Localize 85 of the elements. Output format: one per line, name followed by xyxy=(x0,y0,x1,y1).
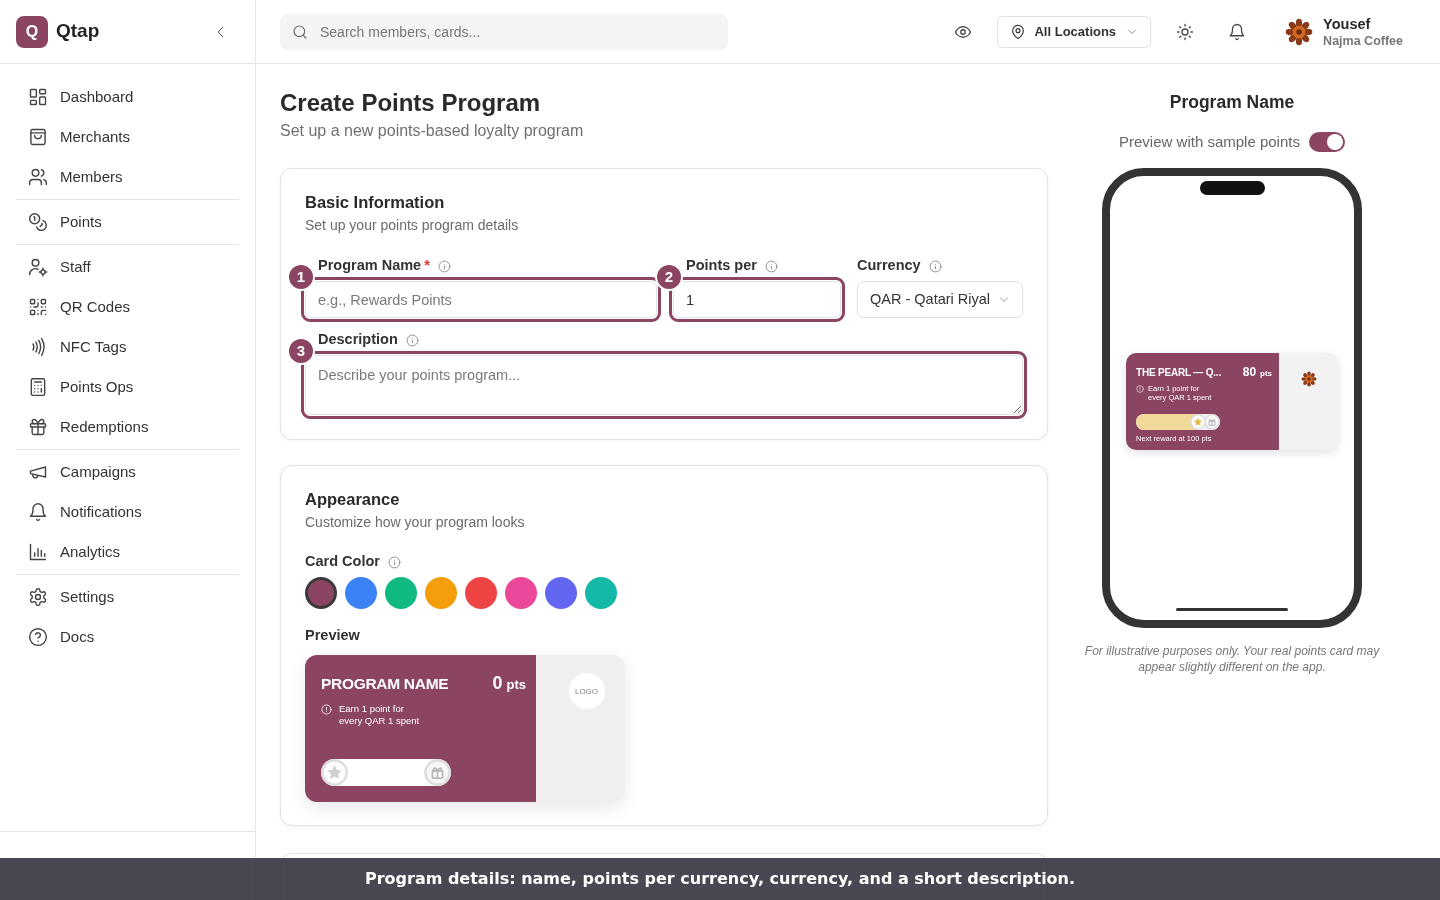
nav-item[interactable]: Docs xyxy=(16,617,239,657)
nav-item[interactable]: Analytics xyxy=(16,532,239,572)
nav-item[interactable]: QR Codes xyxy=(16,287,239,327)
nav-item[interactable]: Campaigns xyxy=(16,452,239,492)
user-name: Yousef xyxy=(1323,14,1372,33)
nav-item[interactable]: Points Ops xyxy=(16,367,239,407)
coins-icon xyxy=(28,212,48,232)
step-number: 2 xyxy=(655,263,683,291)
logo-tile: Q xyxy=(16,15,48,48)
text-field[interactable]: e.g., Rewards Points xyxy=(305,281,657,318)
info-icon xyxy=(764,259,778,273)
nav-item[interactable]: Notifications xyxy=(16,492,239,532)
bag-icon xyxy=(28,127,48,147)
toggle-switch[interactable] xyxy=(1308,132,1345,152)
info-icon xyxy=(437,259,451,273)
nav-item[interactable]: Staff xyxy=(16,247,239,287)
field-label: Currency xyxy=(857,256,921,276)
color-swatch[interactable] xyxy=(305,577,337,609)
color-swatch[interactable] xyxy=(345,577,377,609)
nav-item[interactable]: Dashboard xyxy=(16,77,239,117)
alert-icon xyxy=(321,704,332,715)
field-label: Points per xyxy=(686,256,757,276)
section-title: Basic Information xyxy=(305,192,446,212)
nav-item[interactable]: Settings xyxy=(16,577,239,617)
required-mark: * xyxy=(424,256,430,276)
step-number: 1 xyxy=(287,263,315,291)
section-subtitle: Customize how your program looks xyxy=(305,513,526,532)
color-swatch[interactable] xyxy=(465,577,497,609)
info-icon xyxy=(387,555,401,569)
nav-item[interactable]: Members xyxy=(16,157,239,197)
field-label: Program Name xyxy=(318,256,422,276)
field-label: Card Color xyxy=(305,552,380,572)
flower-emblem-icon xyxy=(1300,371,1317,387)
points-balance: 0 pts xyxy=(492,672,526,695)
earn-rule-text: Earn 1 point for every QAR 1 spent xyxy=(339,703,421,727)
page-title: Create Points Program xyxy=(280,88,542,118)
alert-icon xyxy=(1136,385,1144,393)
nav-item[interactable]: Redemptions xyxy=(16,407,239,447)
user-gear-icon xyxy=(28,257,48,277)
bell-icon xyxy=(28,502,48,522)
info-icon xyxy=(405,333,419,347)
nav-item[interactable]: Points xyxy=(16,202,239,242)
card-title: THE PEARL — Q... xyxy=(1136,366,1221,380)
section-subtitle: Set up your points program details xyxy=(305,216,520,235)
nav-item[interactable]: Merchants xyxy=(16,117,239,157)
color-swatch[interactable] xyxy=(425,577,457,609)
location-dropdown[interactable]: All Locations xyxy=(997,15,1152,48)
sun-icon xyxy=(1176,22,1195,41)
color-swatch[interactable] xyxy=(545,577,577,609)
phone-notch xyxy=(1199,181,1265,195)
nav-item[interactable]: NFC Tags xyxy=(16,327,239,367)
field-label: Description xyxy=(318,330,398,350)
card-title: PROGRAM NAME xyxy=(321,674,449,694)
logo-text: LOGO xyxy=(574,686,599,696)
page-subtitle: Set up a new points-based loyalty program xyxy=(280,121,585,141)
gift-icon xyxy=(28,417,48,437)
color-swatch[interactable] xyxy=(385,577,417,609)
qr-code-icon xyxy=(28,297,48,317)
toggle-label: Preview with sample points xyxy=(1119,131,1300,152)
calculator-icon xyxy=(28,377,48,397)
step-number: 3 xyxy=(287,337,315,365)
select-field[interactable]: QAR - Qatari Riyal xyxy=(857,281,1023,318)
info-icon xyxy=(928,259,942,273)
disclaimer-text: For illustrative purposes only. Your real points card may appear slightly different on the app. xyxy=(1083,643,1381,675)
help-icon xyxy=(28,627,48,647)
color-swatch[interactable] xyxy=(505,577,537,609)
bar-chart-icon xyxy=(28,542,48,562)
location-pin-icon xyxy=(1010,23,1027,40)
app-name: Qtap xyxy=(56,19,100,44)
bell-icon xyxy=(1228,22,1247,41)
color-swatch[interactable] xyxy=(585,577,617,609)
users-icon xyxy=(28,167,48,187)
search-icon xyxy=(292,23,308,40)
field-label: Preview xyxy=(305,626,360,646)
search-field[interactable]: Search members, cards... xyxy=(280,13,728,50)
preview-title: Program Name xyxy=(1168,91,1296,114)
text-field[interactable]: 1 xyxy=(673,281,841,318)
text-area[interactable]: Describe your points program... xyxy=(305,355,1023,415)
points-balance: 80 pts xyxy=(1242,364,1272,381)
section-title: Appearance xyxy=(305,489,401,509)
settings-icon xyxy=(28,587,48,607)
flower-emblem-icon xyxy=(1285,17,1314,46)
business-name: Najma Coffee xyxy=(1323,32,1403,49)
grid-icon xyxy=(28,87,48,107)
caption-text: Program details: name, points per currency, currency, and a short description. xyxy=(364,868,1076,890)
